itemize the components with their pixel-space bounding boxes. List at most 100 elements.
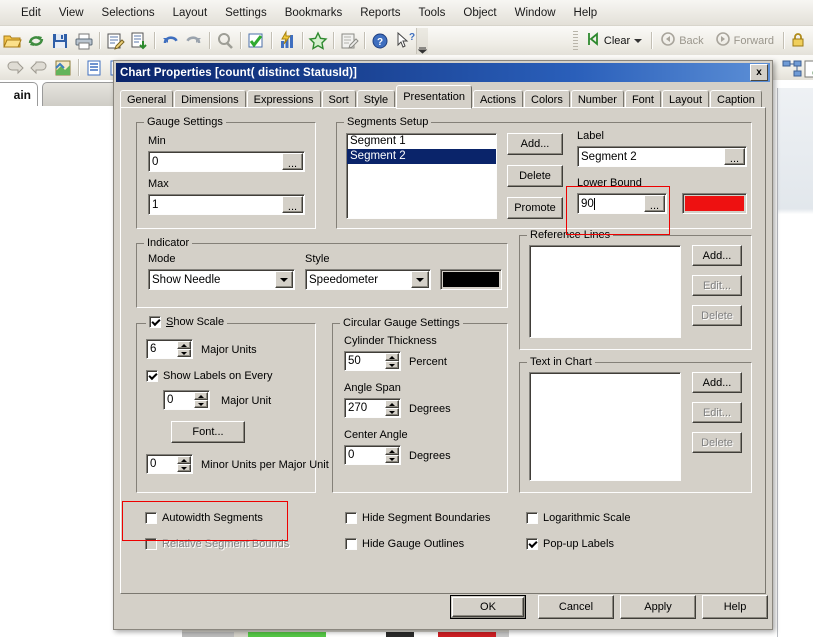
segment-color-swatch[interactable] — [682, 193, 747, 214]
open-folder-icon[interactable] — [1, 30, 23, 52]
lower-bound-ellipsis-button[interactable]: ... — [644, 195, 665, 212]
search-icon[interactable] — [214, 30, 236, 52]
text-in-chart-edit-button[interactable]: Edit... — [692, 402, 742, 423]
favorite-icon[interactable] — [307, 30, 329, 52]
spinner-down-button[interactable] — [177, 464, 191, 472]
center-angle-spinner[interactable]: 0 — [344, 445, 401, 465]
menu-item-selections[interactable]: Selections — [93, 4, 164, 22]
reference-lines-add-button[interactable]: Add... — [692, 245, 742, 266]
menu-item-bookmarks[interactable]: Bookmarks — [276, 4, 352, 22]
major-units-spinner[interactable]: 6 — [146, 339, 193, 359]
clear-button[interactable]: Clear — [581, 30, 648, 51]
spinner-down-button[interactable] — [385, 408, 399, 416]
back-button[interactable]: Back — [655, 30, 709, 51]
close-icon[interactable]: x — [750, 64, 768, 81]
menu-item-reports[interactable]: Reports — [351, 4, 409, 22]
lock-icon[interactable] — [788, 30, 810, 52]
toolbar-overflow-button[interactable] — [416, 27, 428, 54]
segment-label-field[interactable]: Segment 2 ... — [577, 146, 747, 167]
text-in-chart-delete-button[interactable]: Delete — [692, 432, 742, 453]
reduce-data-icon[interactable] — [128, 30, 150, 52]
undo-icon[interactable] — [159, 30, 181, 52]
save-icon[interactable] — [49, 30, 71, 52]
spinner-up-button[interactable] — [385, 400, 399, 408]
chevron-down-icon[interactable] — [411, 271, 429, 288]
style-combo[interactable]: Speedometer — [305, 269, 431, 290]
reference-lines-listbox[interactable] — [529, 245, 681, 338]
new-sheet-icon[interactable] — [52, 57, 74, 79]
forward-button[interactable]: Forward — [710, 30, 780, 51]
cylinder-thickness-spinner[interactable]: 50 — [344, 351, 401, 371]
chart-icon[interactable] — [276, 29, 298, 52]
back-arrow-icon[interactable] — [4, 57, 26, 79]
font-button[interactable]: Font... — [171, 421, 245, 443]
sheet-tab-inactive[interactable] — [42, 82, 122, 106]
menu-item-window[interactable]: Window — [506, 4, 565, 22]
reload-icon[interactable] — [25, 30, 47, 52]
major-unit-spinner[interactable]: 0 — [163, 390, 210, 410]
segments-listbox[interactable]: Segment 1 Segment 2 — [346, 133, 497, 219]
show-scale-checkbox[interactable]: Show Scale — [146, 316, 228, 328]
text-in-chart-listbox[interactable] — [529, 372, 681, 481]
min-field[interactable]: 0 ... — [148, 151, 305, 172]
help-button[interactable]: Help — [702, 595, 768, 619]
hide-gauge-outlines-checkbox[interactable]: Hide Gauge Outlines — [345, 538, 464, 550]
lower-bound-field[interactable]: 90 ... — [577, 193, 667, 214]
list-item[interactable]: Segment 2 — [347, 149, 496, 164]
new-document-icon[interactable] — [801, 58, 813, 80]
current-selections-icon[interactable] — [245, 30, 267, 52]
spinner-down-button[interactable] — [177, 349, 191, 357]
text-in-chart-add-button[interactable]: Add... — [692, 372, 742, 393]
minor-units-spinner[interactable]: 0 — [146, 454, 193, 474]
angle-span-spinner[interactable]: 270 — [344, 398, 401, 418]
object-layout-icon[interactable] — [781, 58, 803, 80]
list-box-icon[interactable] — [83, 57, 105, 79]
segment-promote-button[interactable]: Promote — [507, 197, 563, 219]
spinner-down-button[interactable] — [194, 400, 208, 408]
spinner-up-button[interactable] — [177, 456, 191, 464]
dialog-titlebar[interactable]: Chart Properties [count( distinct Status… — [116, 63, 770, 82]
mode-combo[interactable]: Show Needle — [148, 269, 295, 290]
toolbar-grip[interactable] — [572, 31, 578, 50]
sheet-tab-main[interactable]: ain — [0, 82, 38, 106]
edit-script-icon[interactable] — [104, 30, 126, 52]
redo-icon[interactable] — [183, 30, 205, 52]
cancel-button[interactable]: Cancel — [538, 595, 614, 619]
spinner-up-button[interactable] — [194, 392, 208, 400]
spinner-down-button[interactable] — [385, 455, 399, 463]
chevron-down-icon[interactable] — [634, 35, 643, 47]
show-labels-checkbox[interactable]: Show Labels on Every — [146, 370, 272, 382]
menu-item-tools[interactable]: Tools — [410, 4, 455, 22]
segment-add-button[interactable]: Add... — [507, 133, 563, 155]
whats-this-icon[interactable]: ? — [393, 30, 415, 52]
list-item[interactable]: Segment 1 — [347, 134, 496, 149]
print-icon[interactable] — [73, 30, 95, 52]
chevron-down-icon[interactable] — [275, 271, 293, 288]
ok-button[interactable]: OK — [450, 595, 526, 619]
menu-item-view[interactable]: View — [50, 4, 93, 22]
notes-icon[interactable] — [338, 30, 360, 52]
spinner-up-button[interactable] — [385, 447, 399, 455]
menu-item-help[interactable]: Help — [565, 4, 607, 22]
indicator-color-swatch[interactable] — [440, 269, 502, 290]
min-ellipsis-button[interactable]: ... — [282, 153, 303, 170]
max-ellipsis-button[interactable]: ... — [282, 196, 303, 213]
autowidth-segments-checkbox[interactable]: Autowidth Segments — [145, 512, 263, 524]
spinner-up-button[interactable] — [385, 353, 399, 361]
logarithmic-scale-checkbox[interactable]: Logarithmic Scale — [526, 512, 630, 524]
menu-item-edit[interactable]: Edit — [12, 4, 50, 22]
reference-lines-delete-button[interactable]: Delete — [692, 305, 742, 326]
segment-delete-button[interactable]: Delete — [507, 165, 563, 187]
menu-item-object[interactable]: Object — [454, 4, 505, 22]
menu-item-settings[interactable]: Settings — [216, 4, 276, 22]
forward-arrow-icon[interactable] — [28, 57, 50, 79]
spinner-down-button[interactable] — [385, 361, 399, 369]
reference-lines-edit-button[interactable]: Edit... — [692, 275, 742, 296]
spinner-up-button[interactable] — [177, 341, 191, 349]
max-field[interactable]: 1 ... — [148, 194, 305, 215]
menu-item-layout[interactable]: Layout — [164, 4, 217, 22]
apply-button[interactable]: Apply — [620, 595, 696, 619]
segment-label-ellipsis-button[interactable]: ... — [724, 148, 745, 165]
tab-presentation[interactable]: Presentation — [396, 85, 472, 109]
popup-labels-checkbox[interactable]: Pop-up Labels — [526, 538, 614, 550]
